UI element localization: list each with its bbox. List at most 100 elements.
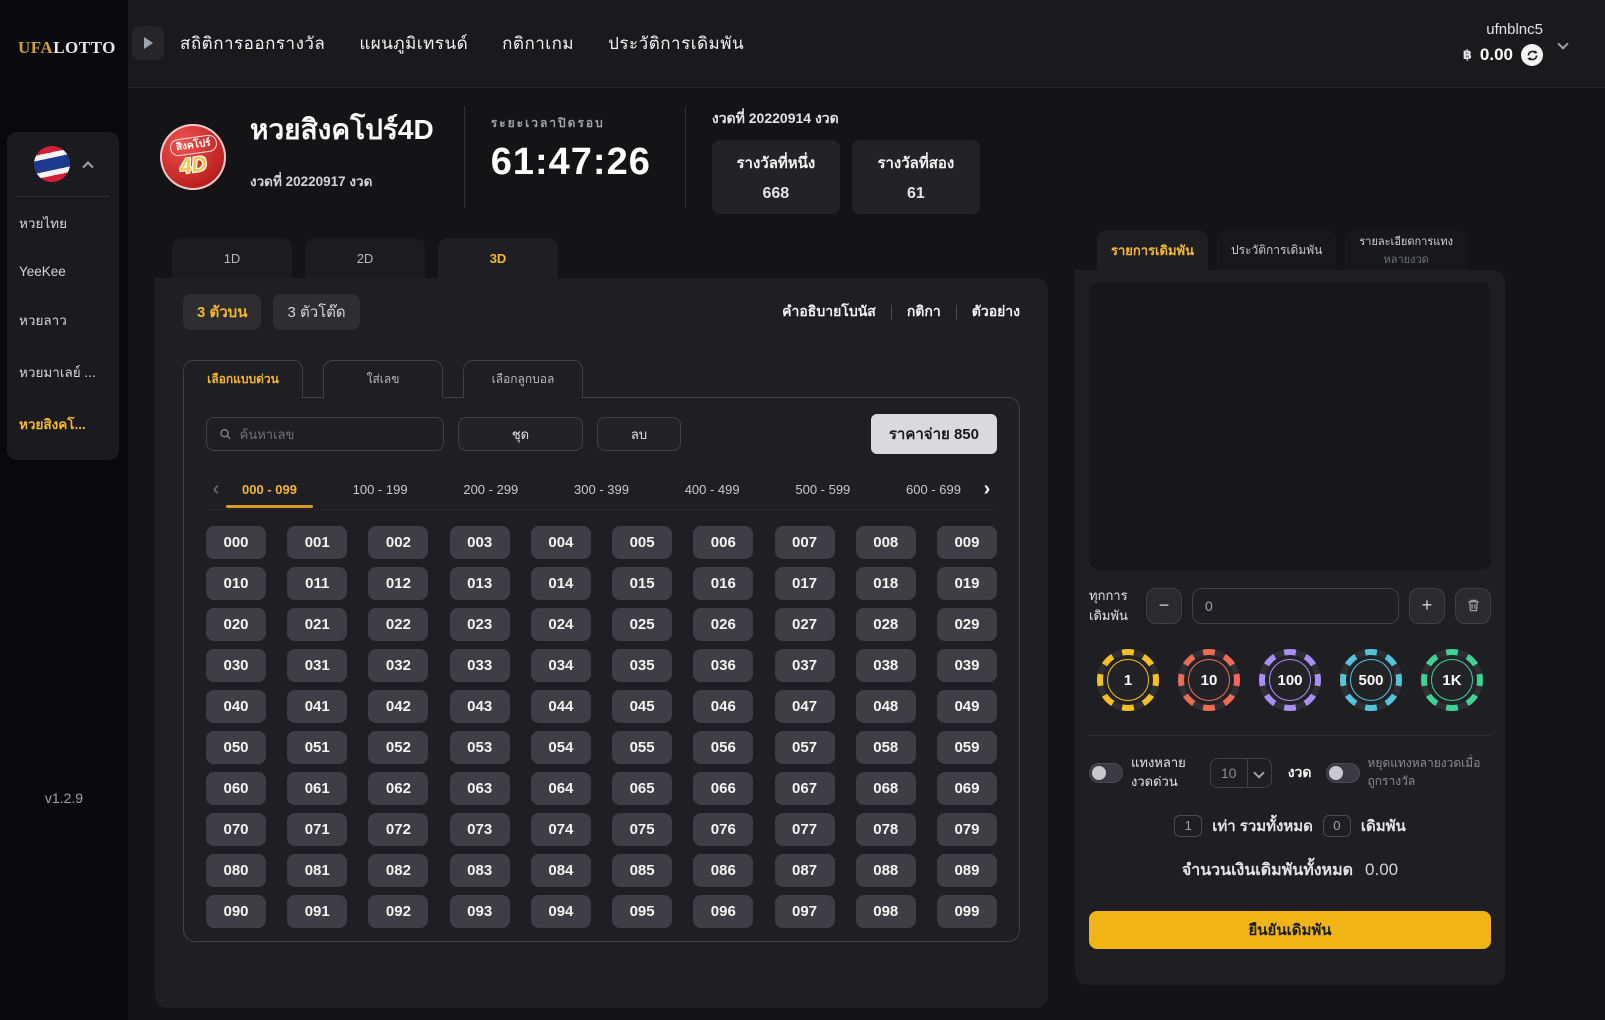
sidebar-item-thai-lotto[interactable]: หวยไทย [7,197,119,249]
sidebar-item-malay-lotto[interactable]: หวยมาเลย์ ... [7,346,119,398]
number-cell[interactable]: 078 [856,813,916,846]
number-cell[interactable]: 037 [775,649,835,682]
number-cell[interactable]: 021 [287,608,347,641]
number-cell[interactable]: 092 [368,895,428,928]
number-cell[interactable]: 056 [693,731,753,764]
number-cell[interactable]: 006 [693,526,753,559]
user-account[interactable]: ufnblnc5 ฿ 0.00 [1463,21,1567,66]
number-cell[interactable]: 066 [693,772,753,805]
tab-multi-round-details[interactable]: รายละเอียดการแทง หลายงวด [1345,230,1467,270]
clear-bets-button[interactable] [1455,588,1491,624]
range-tab[interactable]: 100 - 199 [347,472,414,507]
number-cell[interactable]: 057 [775,731,835,764]
number-cell[interactable]: 020 [206,608,266,641]
number-cell[interactable]: 031 [287,649,347,682]
number-cell[interactable]: 027 [775,608,835,641]
number-cell[interactable]: 093 [450,895,510,928]
number-cell[interactable]: 070 [206,813,266,846]
number-cell[interactable]: 024 [531,608,591,641]
number-cell[interactable]: 094 [531,895,591,928]
bet-amount-input[interactable] [1192,588,1399,624]
number-cell[interactable]: 058 [856,731,916,764]
number-cell[interactable]: 000 [206,526,266,559]
number-cell[interactable]: 026 [693,608,753,641]
number-cell[interactable]: 090 [206,895,266,928]
tab-3d[interactable]: 3D [438,238,558,278]
number-cell[interactable]: 012 [368,567,428,600]
nav-draw-statistics[interactable]: สถิติการออกรางวัล [180,30,325,57]
mode-tab-enter-number[interactable]: ใส่เลข [323,360,443,398]
refresh-balance-button[interactable] [1521,44,1543,66]
number-cell[interactable]: 034 [531,649,591,682]
tab-bet-list[interactable]: รายการเดิมพัน [1097,230,1208,270]
range-prev-arrow-icon[interactable]: ‹ [206,478,226,501]
sidebar-item-lao-lotto[interactable]: หวยลาว [7,294,119,346]
number-cell[interactable]: 028 [856,608,916,641]
chip-1k[interactable]: 1K [1421,649,1483,711]
number-cell[interactable]: 048 [856,690,916,723]
number-cell[interactable]: 049 [937,690,997,723]
number-cell[interactable]: 055 [612,731,672,764]
number-cell[interactable]: 010 [206,567,266,600]
range-tab[interactable]: 300 - 399 [568,472,635,507]
search-field[interactable] [206,417,444,451]
number-cell[interactable]: 004 [531,526,591,559]
range-tab[interactable]: 000 - 099 [236,472,303,507]
bonus-explanation-link[interactable]: คำอธิบายโบนัส [782,301,876,323]
number-cell[interactable]: 088 [856,854,916,887]
number-cell[interactable]: 008 [856,526,916,559]
delete-button[interactable]: ลบ [597,417,681,451]
number-cell[interactable]: 016 [693,567,753,600]
number-cell[interactable]: 063 [450,772,510,805]
number-cell[interactable]: 099 [937,895,997,928]
number-cell[interactable]: 069 [937,772,997,805]
tab-2d[interactable]: 2D [305,238,425,278]
number-cell[interactable]: 085 [612,854,672,887]
increase-amount-button[interactable]: + [1409,588,1445,624]
number-cell[interactable]: 022 [368,608,428,641]
chip-500[interactable]: 500 [1340,649,1402,711]
number-cell[interactable]: 035 [612,649,672,682]
number-cell[interactable]: 083 [450,854,510,887]
bet-type-3-tod[interactable]: 3 ตัวโต๊ด [273,294,359,330]
bet-type-3-top[interactable]: 3 ตัวบน [183,294,261,330]
number-cell[interactable]: 089 [937,854,997,887]
number-cell[interactable]: 080 [206,854,266,887]
sidebar-item-singapore-lotto[interactable]: หวยสิงคโ... [7,398,119,450]
number-cell[interactable]: 040 [206,690,266,723]
number-cell[interactable]: 002 [368,526,428,559]
number-cell[interactable]: 067 [775,772,835,805]
number-cell[interactable]: 045 [612,690,672,723]
round-count-select[interactable]: 10 [1210,758,1272,788]
country-selector[interactable] [17,146,109,197]
number-cell[interactable]: 095 [612,895,672,928]
number-cell[interactable]: 082 [368,854,428,887]
decrease-amount-button[interactable]: − [1146,588,1182,624]
confirm-bet-button[interactable]: ยืนยันเดิมพัน [1089,911,1491,949]
chip-10[interactable]: 10 [1178,649,1240,711]
number-cell[interactable]: 051 [287,731,347,764]
number-cell[interactable]: 060 [206,772,266,805]
number-cell[interactable]: 098 [856,895,916,928]
number-cell[interactable]: 097 [775,895,835,928]
number-cell[interactable]: 003 [450,526,510,559]
number-cell[interactable]: 014 [531,567,591,600]
range-tab[interactable]: 500 - 599 [789,472,856,507]
account-chevron-down-icon[interactable] [1557,38,1568,49]
rules-link[interactable]: กติกา [907,301,941,323]
number-cell[interactable]: 039 [937,649,997,682]
stop-on-win-toggle[interactable] [1326,763,1360,783]
number-cell[interactable]: 059 [937,731,997,764]
number-cell[interactable]: 073 [450,813,510,846]
number-cell[interactable]: 023 [450,608,510,641]
number-cell[interactable]: 007 [775,526,835,559]
nav-bet-history[interactable]: ประวัติการเดิมพัน [608,30,744,57]
number-cell[interactable]: 091 [287,895,347,928]
sidebar-item-yeekee[interactable]: YeeKee [7,249,119,294]
number-cell[interactable]: 064 [531,772,591,805]
range-tab[interactable]: 400 - 499 [679,472,746,507]
set-button[interactable]: ชุด [458,417,583,451]
range-tab[interactable]: 600 - 699 [900,472,967,507]
number-cell[interactable]: 065 [612,772,672,805]
number-cell[interactable]: 019 [937,567,997,600]
